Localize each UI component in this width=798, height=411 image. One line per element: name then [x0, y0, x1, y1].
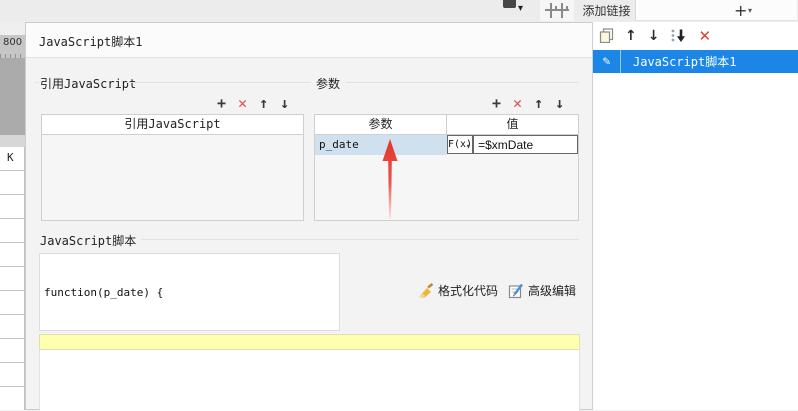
ref-js-group-label: 引用JavaScript: [40, 77, 137, 91]
advanced-edit-button[interactable]: 高级编辑: [508, 282, 576, 299]
dialog-title-bar: JavaScript脚本1: [26, 23, 592, 58]
highlighted-code-line[interactable]: [39, 334, 580, 350]
ref-js-toolbar: + ✕ ↑ ↓: [211, 93, 295, 113]
add-tab-button[interactable]: +: [734, 1, 747, 21]
group-line: [141, 239, 579, 240]
script-group-label: JavaScript脚本: [40, 234, 137, 248]
param-group-label: 参数: [316, 77, 341, 91]
fx-dropdown-icon: ▾: [465, 142, 471, 150]
ref-move-down-button[interactable]: ↓: [274, 93, 295, 113]
ref-js-table[interactable]: 引用JavaScript: [41, 114, 304, 221]
value-col-header: 值: [447, 115, 578, 134]
panel-move-up-button[interactable]: ↑: [625, 29, 637, 43]
script-editor-area[interactable]: [39, 350, 580, 411]
dialog-title: JavaScript脚本1: [39, 35, 143, 49]
ref-move-up-button[interactable]: ↑: [253, 93, 274, 113]
tab-add-link[interactable]: 添加链接: [578, 0, 635, 22]
group-line: [126, 82, 311, 83]
link-item-label: JavaScript脚本1: [633, 55, 737, 69]
group-line: [35, 82, 39, 83]
add-link-panel: ↑ ↓ ✕ ✎ JavaScript脚本1: [592, 22, 798, 410]
script-actions: 格式化代码 高级编辑: [418, 282, 576, 299]
add-tab-dropdown-icon[interactable]: ▾: [748, 6, 752, 15]
cell-value: K: [7, 151, 14, 164]
param-add-button[interactable]: +: [486, 93, 507, 113]
param-move-down-button[interactable]: ↓: [549, 93, 570, 113]
panel-delete-button[interactable]: ✕: [698, 28, 711, 43]
script-signature-box: function(p_date) {: [39, 253, 340, 331]
ruler-label: 800: [3, 37, 23, 48]
param-delete-button[interactable]: ✕: [507, 93, 528, 113]
param-col-header: 参数: [315, 115, 447, 134]
panel-toolbar: ↑ ↓ ✕: [593, 22, 798, 49]
designer-gap: [0, 22, 25, 35]
spreadsheet-cells[interactable]: K: [0, 147, 25, 410]
param-move-up-button[interactable]: ↑: [528, 93, 549, 113]
param-table[interactable]: 参数 值 p_date F(x) ▾: [314, 114, 579, 221]
ruler-settings-icon[interactable]: [540, 0, 574, 21]
pencil-icon: ✎: [602, 54, 611, 69]
paint-dropdown-icon[interactable]: ▾: [518, 3, 523, 14]
link-list-item-selected[interactable]: ✎ JavaScript脚本1: [593, 50, 798, 73]
sort-icon[interactable]: [670, 28, 687, 43]
brush-icon: [419, 282, 434, 298]
js-script-dialog: JavaScript脚本1 引用JavaScript + ✕ ↑ ↓ 引用Jav…: [25, 22, 592, 411]
ref-add-button[interactable]: +: [211, 93, 232, 113]
horizontal-ruler: 800: [0, 35, 25, 58]
edit-pad-icon: [508, 283, 523, 298]
column-header-band: [0, 135, 25, 147]
formula-fx-button[interactable]: F(x) ▾: [447, 135, 474, 154]
top-toolbar-strip: ▾ 添加链接 + ▾: [0, 0, 798, 23]
group-line: [346, 82, 579, 83]
param-value-input[interactable]: [473, 135, 578, 154]
panel-move-down-button[interactable]: ↓: [648, 29, 660, 43]
format-code-button[interactable]: 格式化代码: [418, 282, 498, 299]
tab-area-empty: + ▾: [635, 0, 797, 21]
function-signature: function(p_date) {: [44, 286, 164, 299]
column-header-block: [0, 58, 25, 135]
param-toolbar: + ✕ ↑ ↓: [486, 93, 570, 113]
paint-partial-icon[interactable]: [503, 0, 516, 8]
ref-js-table-header: 引用JavaScript: [42, 115, 303, 135]
ref-delete-button[interactable]: ✕: [232, 93, 253, 113]
annotation-arrow-icon: [382, 139, 398, 219]
copy-icon[interactable]: [599, 28, 614, 43]
app-root: ▾ 添加链接 + ▾ 800 K JavaScript脚本1 引用JavaScr…: [0, 0, 798, 411]
param-row[interactable]: p_date F(x) ▾: [315, 135, 578, 155]
